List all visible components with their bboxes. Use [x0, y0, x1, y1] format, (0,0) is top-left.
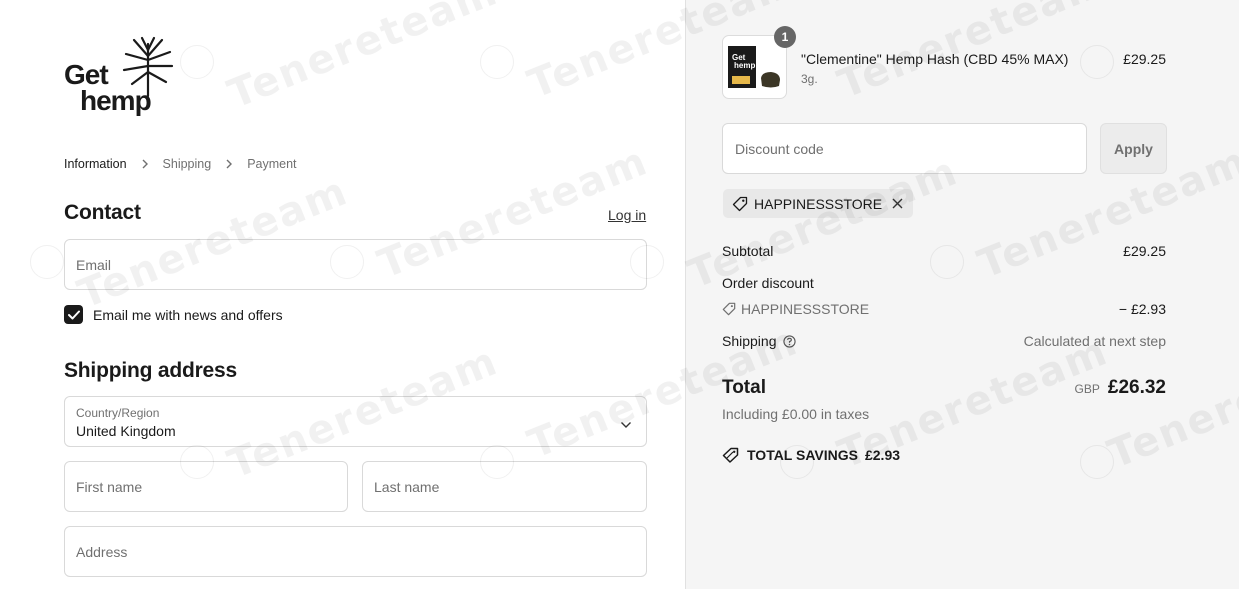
- tag-icon: [722, 302, 736, 316]
- savings-value: £2.93: [864, 447, 901, 463]
- first-name-field[interactable]: First name: [64, 461, 348, 512]
- svg-text:hemp: hemp: [734, 61, 755, 70]
- order-discount-code: HAPPINESSSTORE: [722, 301, 869, 317]
- discount-placeholder: Discount code: [735, 140, 824, 157]
- currency-code: GBP: [1074, 382, 1100, 396]
- address-placeholder: Address: [76, 543, 128, 560]
- savings-tag-icon: [722, 447, 740, 463]
- shipping-label: Shipping: [722, 333, 777, 349]
- breadcrumb-shipping[interactable]: Shipping: [163, 157, 212, 171]
- tag-icon: [732, 196, 748, 212]
- breadcrumb: Information Shipping Payment: [64, 157, 297, 171]
- email-field[interactable]: Email: [64, 239, 647, 290]
- last-name-field[interactable]: Last name: [362, 461, 647, 512]
- check-icon: [67, 310, 80, 319]
- country-label: Country/Region: [76, 406, 160, 420]
- product-thumbnail: Get hemp 1: [722, 26, 796, 99]
- breadcrumb-information[interactable]: Information: [64, 157, 127, 171]
- brand-logo[interactable]: Get hemp: [64, 36, 176, 120]
- product-variant: 3g.: [801, 72, 818, 86]
- shipping-address-heading: Shipping address: [64, 359, 237, 382]
- country-select[interactable]: Country/Region United Kingdom: [64, 396, 647, 447]
- last-name-placeholder: Last name: [374, 478, 440, 495]
- discount-value: − £2.93: [1118, 301, 1166, 317]
- applied-discount-code: HAPPINESSSTORE: [754, 195, 883, 212]
- savings-label: TOTAL SAVINGS: [747, 447, 858, 463]
- email-placeholder: Email: [76, 256, 112, 273]
- apply-discount-button[interactable]: Apply: [1100, 123, 1167, 174]
- newsletter-label: Email me with news and offers: [93, 306, 283, 323]
- applied-discount-chip: HAPPINESSSTORE: [723, 189, 914, 218]
- product-price: £29.25: [1123, 51, 1166, 67]
- discount-code-input[interactable]: Discount code: [722, 123, 1087, 174]
- product-image: Get hemp: [727, 40, 782, 94]
- chevron-down-icon: [620, 416, 632, 434]
- chevron-right-icon: [139, 158, 151, 170]
- quantity-badge: 1: [774, 26, 796, 48]
- contact-heading: Contact: [64, 201, 141, 224]
- newsletter-option[interactable]: Email me with news and offers: [64, 305, 283, 324]
- product-name: "Clementine" Hemp Hash (CBD 45% MAX): [801, 51, 1069, 67]
- order-discount-code-text: HAPPINESSSTORE: [741, 301, 870, 317]
- total-savings: TOTAL SAVINGS £2.93: [722, 447, 900, 463]
- chevron-right-icon: [223, 158, 235, 170]
- hemp-leaf-icon: [122, 36, 174, 98]
- address-field[interactable]: Address: [64, 526, 647, 577]
- breadcrumb-payment[interactable]: Payment: [247, 157, 296, 171]
- shipping-row-label: Shipping: [722, 333, 796, 349]
- subtotal-value: £29.25: [1123, 243, 1166, 259]
- total-amount: GBP £26.32: [1075, 377, 1166, 399]
- subtotal-label: Subtotal: [722, 243, 774, 259]
- login-link[interactable]: Log in: [608, 207, 646, 223]
- checkout-form-panel: Get hemp Information Shipping Payment Co…: [0, 0, 685, 589]
- help-circle-icon[interactable]: [782, 334, 796, 348]
- taxes-note: Including £0.00 in taxes: [722, 406, 870, 422]
- shipping-value: Calculated at next step: [1023, 333, 1166, 349]
- newsletter-checkbox[interactable]: [64, 305, 83, 324]
- total-value: £26.32: [1107, 377, 1166, 398]
- close-icon[interactable]: [892, 198, 903, 209]
- first-name-placeholder: First name: [76, 478, 143, 495]
- total-label: Total: [722, 377, 766, 398]
- order-discount-label: Order discount: [722, 275, 814, 291]
- country-value: United Kingdom: [76, 423, 176, 439]
